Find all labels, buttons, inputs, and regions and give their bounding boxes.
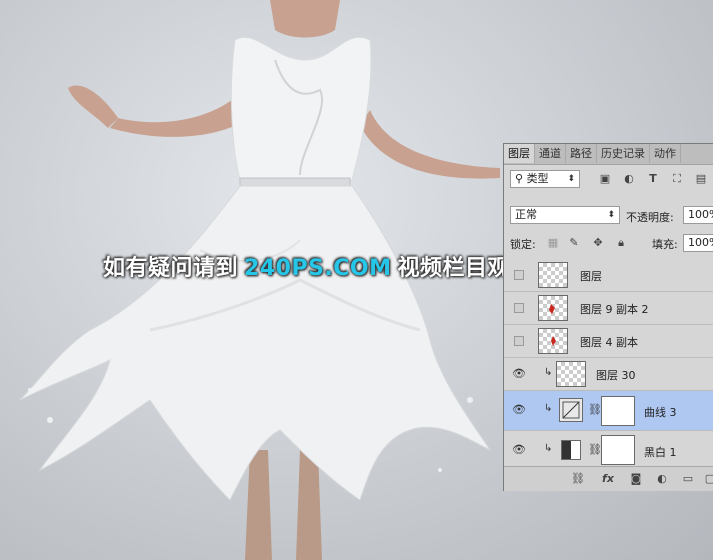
layer-row[interactable]: 👁︎ ↳ ⛓︎ 曲线 3 [504, 391, 713, 431]
adjustment-icon[interactable]: ◐ [654, 471, 670, 487]
layer-thumbnail [538, 328, 568, 354]
fill-value: 100% [688, 236, 713, 249]
layer-row[interactable]: 图层 9 副本 2 [504, 292, 713, 325]
layer-name: 图层 [580, 270, 602, 283]
eye-icon[interactable]: 👁︎ [512, 367, 526, 381]
visibility-toggle[interactable] [514, 270, 524, 280]
layer-thumbnail [538, 295, 568, 321]
clipping-arrow-icon: ↳ [544, 403, 553, 414]
layer-mask-thumbnail[interactable] [601, 396, 635, 426]
layer-name: 图层 4 副本 [580, 336, 638, 349]
layer-row[interactable]: 图层 4 副本 [504, 325, 713, 358]
eye-icon[interactable]: 👁︎ [512, 443, 526, 457]
layer-name: 图层 30 [596, 369, 636, 382]
visibility-toggle[interactable] [514, 336, 524, 346]
link-icon[interactable]: ⛓︎ [570, 471, 586, 487]
layer-name: 曲线 3 [644, 406, 677, 419]
fill-label: 填充: [652, 238, 678, 251]
opacity-label: 不透明度: [626, 211, 674, 224]
layers-panel: 图层 通道 路径 历史记录 动作 ⚲ 类型 ⬍ ▣ ◐ T ⛶ ▤ 正常 ⬍ 不… [503, 143, 713, 491]
lock-row: 锁定: ▦ ✎ ✥ 🔒︎ 填充: 100% [504, 232, 713, 254]
lock-paint-icon[interactable]: ✎ [567, 236, 581, 250]
new-layer-icon[interactable]: ▢ [702, 471, 713, 487]
panel-bottom-bar: ⛓︎ fx ◙ ◐ ▭ ▢ [504, 466, 713, 491]
visibility-toggle[interactable] [514, 303, 524, 313]
type-filter-icon[interactable]: T [646, 172, 660, 186]
tab-actions[interactable]: 动作 [650, 144, 681, 163]
layer-list: 图层 图层 9 副本 2 图层 4 副本 👁︎ ↳ 图层 30 👁︎ ↳ ⛓︎ … [504, 259, 713, 469]
layer-row[interactable]: 图层 [504, 259, 713, 292]
watermark-brand: 240PS.COM [244, 256, 392, 281]
fill-input[interactable]: 100% [683, 234, 713, 252]
lock-label: 锁定: [510, 238, 536, 251]
filter-kind-select[interactable]: ⚲ 类型 ⬍ [510, 170, 580, 188]
blend-row: 正常 ⬍ 不透明度: 100% [504, 196, 713, 224]
blend-mode-value: 正常 [515, 208, 537, 221]
curves-adjustment-icon [559, 398, 583, 422]
tab-channels[interactable]: 通道 [535, 144, 566, 163]
red-splash-icon [549, 304, 555, 314]
shape-filter-icon[interactable]: ⛶ [670, 172, 684, 186]
smart-object-filter-icon[interactable]: ▤ [694, 172, 708, 186]
mask-link-icon[interactable]: ⛓︎ [588, 443, 602, 456]
opacity-input[interactable]: 100% [683, 206, 713, 224]
panel-tabs: 图层 通道 路径 历史记录 动作 [504, 144, 713, 165]
clipping-arrow-icon: ↳ [544, 443, 553, 454]
mask-link-icon[interactable]: ⛓︎ [588, 403, 602, 416]
watermark-prefix: 如有疑问请到 [103, 256, 239, 281]
clipping-arrow-icon: ↳ [544, 367, 553, 378]
tab-paths[interactable]: 路径 [566, 144, 597, 163]
layer-name: 黑白 1 [644, 446, 677, 459]
tab-layers[interactable]: 图层 [504, 144, 535, 163]
fx-icon[interactable]: fx [600, 471, 616, 487]
eye-icon[interactable]: 👁︎ [512, 403, 526, 417]
tab-history[interactable]: 历史记录 [597, 144, 650, 163]
layer-row[interactable]: 👁︎ ↳ ⛓︎ 黑白 1 [504, 431, 713, 469]
layer-mask-thumbnail[interactable] [601, 435, 635, 465]
layer-name: 图层 9 副本 2 [580, 303, 649, 316]
lock-all-icon[interactable]: 🔒︎ [614, 236, 628, 250]
lock-move-icon[interactable]: ✥ [591, 236, 605, 250]
layer-thumbnail [538, 262, 568, 288]
black-white-adjustment-icon [561, 440, 581, 460]
red-splash-icon [551, 336, 556, 346]
layer-thumbnail [556, 361, 586, 387]
filter-row: ⚲ 类型 ⬍ ▣ ◐ T ⛶ ▤ [504, 165, 713, 193]
folder-icon[interactable]: ▭ [680, 471, 696, 487]
filter-kind-label: 类型 [526, 172, 549, 185]
image-filter-icon[interactable]: ▣ [598, 172, 612, 186]
lock-transparent-icon[interactable]: ▦ [546, 236, 560, 250]
opacity-value: 100% [688, 208, 713, 221]
search-icon: ⚲ [515, 172, 524, 185]
mask-icon[interactable]: ◙ [628, 471, 644, 487]
blend-mode-select[interactable]: 正常 ⬍ [510, 206, 620, 224]
dropdown-caret-icon: ⬍ [607, 210, 615, 220]
adjustment-filter-icon[interactable]: ◐ [622, 172, 636, 186]
layer-row[interactable]: 👁︎ ↳ 图层 30 [504, 358, 713, 391]
dropdown-caret-icon: ⬍ [567, 174, 575, 184]
